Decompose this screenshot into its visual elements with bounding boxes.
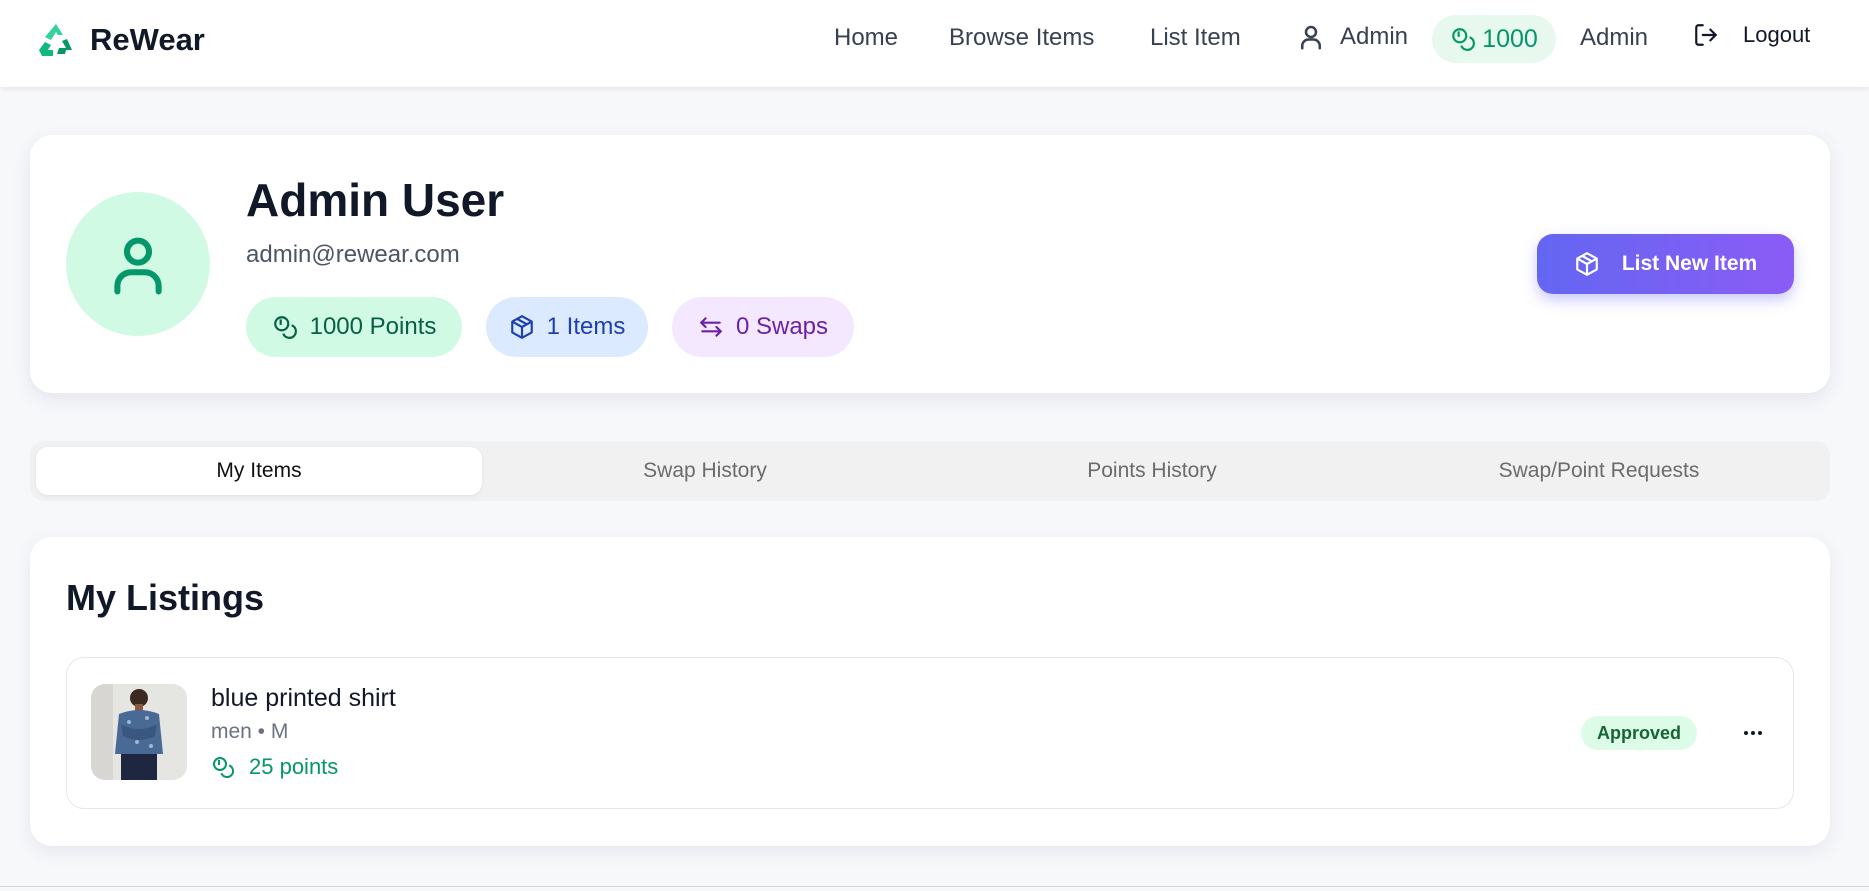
item-meta: men • M [211, 720, 289, 743]
more-horizontal-icon [1744, 731, 1762, 735]
logout-label: Logout [1743, 22, 1811, 47]
item-points: 25 points [211, 754, 338, 780]
nav-user-profile[interactable]: Admin [1296, 22, 1408, 52]
item-thumbnail[interactable] [91, 684, 187, 780]
coins-icon [1452, 28, 1476, 51]
profile-tabs: My Items Swap History Points History Swa… [30, 441, 1830, 501]
brand[interactable]: ReWear [36, 20, 205, 60]
more-options-button[interactable] [1733, 713, 1773, 753]
nav-user-label: Admin [1340, 23, 1409, 50]
swap-arrows-icon [700, 317, 722, 337]
item-name: blue printed shirt [211, 684, 396, 712]
points-balance-badge: 1000 [1432, 15, 1556, 63]
list-new-item-button[interactable]: List New Item [1537, 234, 1794, 294]
user-icon [114, 237, 162, 295]
package-icon [1575, 252, 1598, 276]
items-stat-label: 1 Items [546, 313, 626, 340]
avatar [66, 192, 210, 336]
nav-home[interactable]: Home [834, 24, 898, 52]
swaps-stat-label: 0 Swaps [735, 313, 829, 340]
listings-title: My Listings [66, 577, 265, 618]
coins-icon [213, 757, 234, 778]
shirt-photo [91, 684, 187, 780]
item-points-label: 25 points [249, 754, 339, 779]
profile-email: admin@rewear.com [246, 241, 460, 268]
package-icon [510, 315, 533, 339]
points-stat-label: 1000 Points [309, 313, 437, 340]
points-stat-badge: 1000 Points [246, 297, 462, 357]
nav-list-item[interactable]: List Item [1150, 24, 1241, 52]
profile-name: Admin User [246, 174, 505, 226]
logout-button[interactable]: Logout [1693, 22, 1810, 48]
tab-swap-point-requests[interactable]: Swap/Point Requests [1376, 447, 1822, 495]
tab-points-history[interactable]: Points History [929, 447, 1375, 495]
nav-admin[interactable]: Admin [1580, 24, 1648, 52]
profile-card: Admin User admin@rewear.com 1000 Points … [30, 135, 1830, 393]
tab-swap-history[interactable]: Swap History [482, 447, 928, 495]
my-listings-card: My Listings blue printed shirt men • M 2… [30, 537, 1830, 846]
logout-icon [1695, 24, 1717, 46]
status-badge: Approved [1581, 716, 1697, 750]
swaps-stat-badge: 0 Swaps [672, 297, 854, 357]
list-new-item-label: List New Item [1621, 252, 1758, 275]
brand-name: ReWear [90, 22, 205, 57]
tab-my-items[interactable]: My Items [36, 447, 482, 495]
top-navbar: ReWear Home Browse Items List Item Admin… [0, 0, 1869, 87]
points-balance-value: 1000 [1482, 24, 1538, 53]
coins-icon [273, 316, 297, 339]
page-bottom-divider [0, 886, 1869, 887]
recycle-logo-icon [39, 24, 72, 56]
nav-browse-items[interactable]: Browse Items [949, 24, 1094, 52]
items-stat-badge: 1 Items [486, 297, 648, 357]
user-icon [1301, 25, 1321, 50]
listing-item[interactable]: blue printed shirt men • M 25 points App… [66, 657, 1794, 809]
